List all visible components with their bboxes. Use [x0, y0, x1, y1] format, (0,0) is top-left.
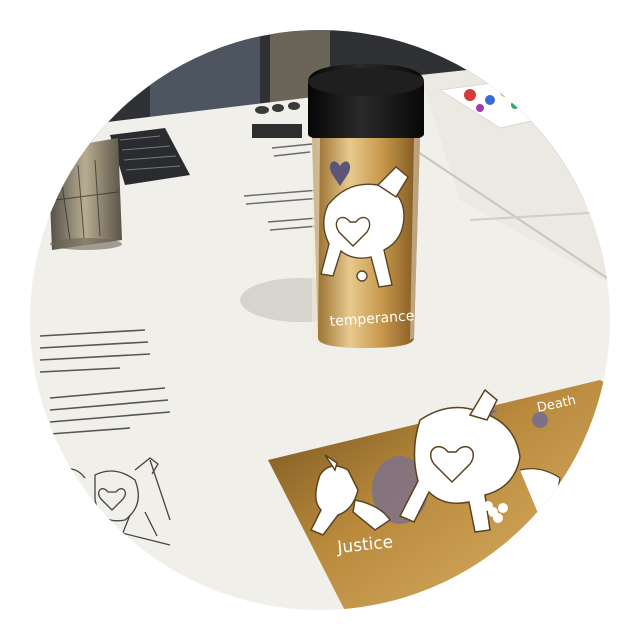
photo-scene: Justice Death temperance	[30, 30, 610, 610]
tumbler: temperance	[308, 64, 424, 348]
left-tumbler	[48, 138, 122, 250]
